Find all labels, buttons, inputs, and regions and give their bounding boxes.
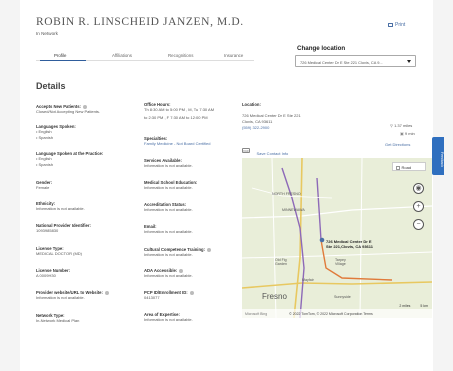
change-location-title: Change location xyxy=(297,45,346,52)
field-value: Information is not available. xyxy=(144,207,193,212)
drive-time: ▣ 9 min xyxy=(400,131,415,136)
map-label: MINNEWAWA xyxy=(282,208,305,212)
map-label-line: Village xyxy=(335,262,346,267)
gender-field: Gender: Female xyxy=(36,180,52,191)
specialty-link[interactable]: Family Medicine - Not Board Certified xyxy=(144,141,210,147)
field-value: Female xyxy=(36,185,50,190)
network-status: In Network xyxy=(36,31,58,36)
car-icon: ▣ xyxy=(400,131,404,136)
ethnicity-field: Ethnicity: Information is not available. xyxy=(36,201,85,212)
education-field: Medical School Education: Information is… xyxy=(144,180,197,191)
office-hours-field: Office Hours: Th 8:30 AM to 5:00 PM , M,… xyxy=(144,102,214,121)
ada-field: ADA Accessible: Information is not avail… xyxy=(144,268,193,279)
map-city-label: Fresno xyxy=(262,292,287,301)
field-label: Location: xyxy=(242,102,261,107)
print-label: Print xyxy=(395,22,406,28)
active-tab-indicator xyxy=(40,60,86,62)
drive-time-value: 9 min xyxy=(404,131,415,136)
expertise-field: Area of Expertise: Information is not av… xyxy=(144,312,193,323)
tab-recognitions[interactable]: Recognitions xyxy=(168,53,193,58)
field-value: A 0009H30 xyxy=(36,273,56,278)
map-style-label: Road xyxy=(401,165,412,170)
info-icon[interactable] xyxy=(104,290,109,295)
tab-insurance[interactable]: Insurance xyxy=(224,53,243,58)
website-field: Provider website/URL to Website: Informa… xyxy=(36,290,109,301)
pin-line-2: Ste 221,Clovis, CA 93611 xyxy=(326,243,373,249)
map-scale: 2 miles 5 km xyxy=(399,304,428,308)
checkbox-icon xyxy=(396,166,400,170)
caret-down-icon xyxy=(407,60,411,63)
phone-link[interactable]: (559) 322-2900 xyxy=(242,125,301,131)
field-value: In-Network Medical Plan xyxy=(36,318,80,323)
map-copyright: © 2022 TomTom, © 2022 Microsoft Corporat… xyxy=(289,311,373,316)
details-title: Details xyxy=(36,81,66,91)
list-item: Spanish xyxy=(36,135,76,141)
map-label: NORTH FRESNO xyxy=(272,192,301,196)
license-number-field: License Number: A 0009H30 xyxy=(36,268,70,279)
field-value: to 2:30 PM , F 7:30 AM to 12:00 PM xyxy=(144,114,208,120)
practice-language-field: Language Spoken at the Practice: English… xyxy=(36,151,103,168)
specialties-field: Specialties: Family Medicine - Not Board… xyxy=(144,136,210,147)
field-value: Information is not available. xyxy=(36,206,85,211)
field-value: Information is not available. xyxy=(144,163,193,168)
save-contact-label: Save Contact Info xyxy=(256,151,289,156)
provider-page: ROBIN R. LINSCHEID JANZEN, M.D. In Netwo… xyxy=(20,0,433,371)
field-value: 0413077 xyxy=(144,295,160,300)
map-pin-icon: ⚲ xyxy=(390,123,393,128)
map-label: Sunnyside xyxy=(334,295,351,299)
tab-affiliations[interactable]: Affiliations xyxy=(112,53,132,58)
languages-field: Languages Spoken: English Spanish xyxy=(36,124,76,141)
field-value: Information is not available. xyxy=(36,295,85,300)
info-icon[interactable] xyxy=(189,290,194,295)
location-field: Location: 726 Medical Center Dr E Ste 22… xyxy=(242,102,301,130)
vcard-icon: VCF xyxy=(242,148,250,154)
tab-profile[interactable]: Profile xyxy=(54,53,66,58)
map[interactable]: Road ◉ + − NORTH FRESNO MINNEWAWA 726 Me… xyxy=(242,158,432,318)
distance-value: 1.37 miles xyxy=(394,123,413,128)
map-pin-label: 726 Medical Center Dr E Ste 221,Clovis, … xyxy=(326,239,373,250)
profile-tabs: Profile Affiliations Recognitions Insura… xyxy=(36,51,254,62)
field-value: Information is not available. xyxy=(144,252,193,257)
bing-logo: Microsoft Bing xyxy=(245,311,268,316)
field-value: Information is not available. xyxy=(144,273,193,278)
get-directions-link[interactable]: Get Directions xyxy=(385,142,410,148)
distance: ⚲ 1.37 miles xyxy=(390,123,412,128)
field-value: Closed/Not Accepting New Patients. xyxy=(36,109,101,114)
print-icon xyxy=(388,22,393,27)
accreditation-field: Accreditation Status: Information is not… xyxy=(144,202,193,213)
map-attribution: Microsoft Bing © 2022 TomTom, © 2022 Mic… xyxy=(242,309,432,318)
map-label: Tarpey Village xyxy=(335,258,346,267)
field-value: Information is not available. xyxy=(144,185,193,190)
address-line-1: 726 Medical Center Dr E Ste 221 xyxy=(242,113,301,118)
zoom-out-button[interactable]: − xyxy=(413,219,424,230)
provider-name: ROBIN R. LINSCHEID JANZEN, M.D. xyxy=(36,16,244,28)
print-button[interactable]: Print xyxy=(388,22,405,28)
location-select[interactable]: 726 Medical Center Dr E Ste 221 Clovis, … xyxy=(295,55,416,67)
list-item: Spanish xyxy=(36,162,103,168)
map-label: Mayfair xyxy=(302,278,314,282)
npi-field: National Provider Identifier: 1093985830 xyxy=(36,223,91,234)
field-value: Th 8:30 AM to 5:00 PM , M, Tu 7:30 AM xyxy=(144,107,215,112)
cultural-training-field: Cultural Competence Training: Informatio… xyxy=(144,247,211,258)
scale-km: 5 km xyxy=(420,304,428,308)
network-type-field: Network Type: In-Network Medical Plan xyxy=(36,313,79,324)
info-icon[interactable] xyxy=(206,247,211,252)
location-select-value: 726 Medical Center Dr E Ste 221 Clovis, … xyxy=(300,59,383,65)
scale-miles: 2 miles xyxy=(399,304,411,308)
license-type-field: License Type: MEDICAL DOCTOR (MD) xyxy=(36,246,82,257)
locate-me-button[interactable]: ◉ xyxy=(413,183,424,194)
accepts-patients-field: Accepts New Patients: Closed/Not Accepti… xyxy=(36,104,100,115)
map-label: Old Fig Garden xyxy=(275,258,287,267)
services-field: Services Available: Information is not a… xyxy=(144,158,193,169)
zoom-in-button[interactable]: + xyxy=(413,201,424,212)
field-value: Information is not available. xyxy=(144,229,193,234)
pcp-id-field: PCP ID/Enrollment ID: 0413077 xyxy=(144,290,194,301)
field-value: MEDICAL DOCTOR (MD) xyxy=(36,251,82,256)
map-style-toggle[interactable]: Road xyxy=(392,162,426,171)
field-value: Information is not available. xyxy=(144,317,193,322)
feedback-tab[interactable]: Feedback xyxy=(432,137,444,175)
map-label-line: Garden xyxy=(275,262,287,267)
email-field: Email: Information is not available. xyxy=(144,224,193,235)
field-value: 1093985830 xyxy=(36,228,59,233)
